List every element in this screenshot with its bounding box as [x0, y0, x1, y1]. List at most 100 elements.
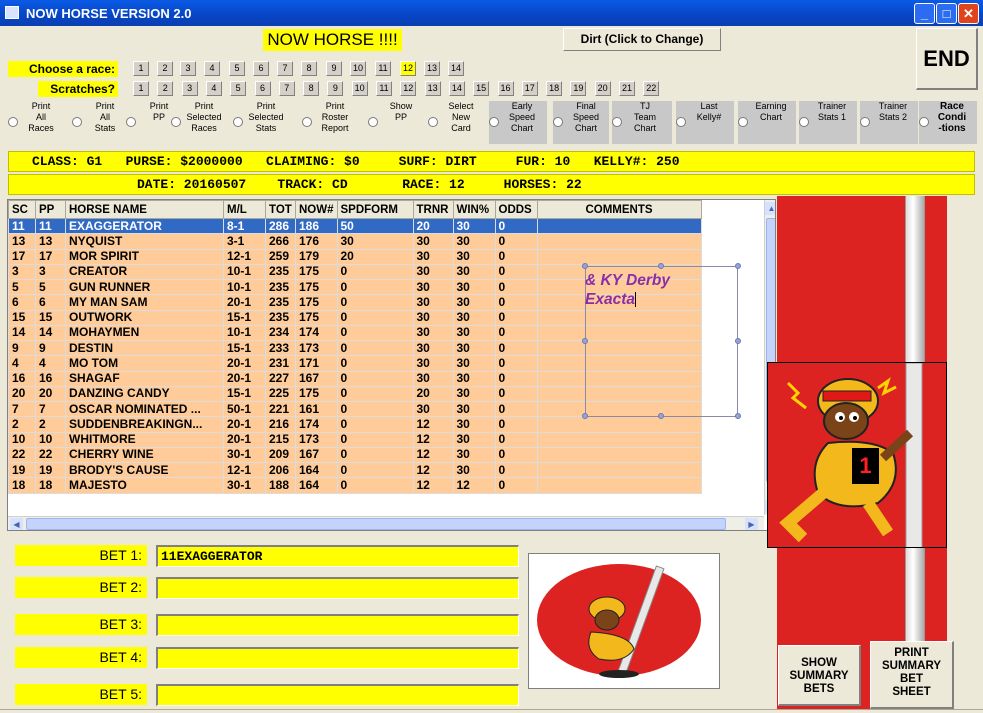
radio-icon[interactable]: [171, 117, 181, 127]
table-row[interactable]: 19 19 BRODY'S CAUSE 12-1 206 164 0 12 30 0: [8, 461, 702, 479]
column-header-pp[interactable]: PP: [35, 200, 66, 219]
radio-icon[interactable]: [428, 117, 438, 127]
radio-icon[interactable]: [368, 117, 378, 127]
scratch-button-8[interactable]: 8: [303, 81, 320, 96]
column-header-horse-name[interactable]: HORSE NAME: [65, 200, 224, 219]
scratch-button-7[interactable]: 7: [278, 81, 295, 96]
resize-handle[interactable]: [658, 413, 664, 419]
column-header-trnr[interactable]: TRNR: [412, 200, 454, 219]
race-button-4[interactable]: 4: [204, 61, 220, 76]
column-header-now[interactable]: NOW#: [295, 200, 338, 219]
radio-icon[interactable]: [676, 117, 686, 127]
radio-icon[interactable]: [860, 117, 870, 127]
option-tj-team-chart[interactable]: TJ Team Chart: [612, 101, 672, 144]
race-button-1[interactable]: 1: [133, 61, 149, 76]
race-button-14[interactable]: 14: [448, 61, 464, 76]
table-row[interactable]: 11 11 EXAGGERATOR 8-1 286 186 50 20 30 0: [8, 217, 702, 235]
radio-icon[interactable]: [233, 117, 243, 127]
close-button[interactable]: ✕: [958, 3, 979, 24]
column-header-comments[interactable]: COMMENTS: [536, 200, 702, 219]
radio-icon[interactable]: [738, 117, 748, 127]
race-button-6[interactable]: 6: [253, 61, 269, 76]
option-trainer-stats-1[interactable]: Trainer Stats 1: [799, 101, 857, 144]
minimize-button[interactable]: _: [914, 3, 935, 24]
column-header-sc[interactable]: SC: [8, 200, 36, 219]
option-print-roster-report[interactable]: Print Roster Report: [302, 101, 364, 144]
comment-text[interactable]: & KY Derby Exacta: [585, 271, 735, 309]
option-early-speed-chart[interactable]: Early Speed Chart: [489, 101, 547, 144]
resize-handle[interactable]: [582, 338, 588, 344]
option-print-selected-stats[interactable]: Print Selected Stats: [233, 101, 297, 144]
horizontal-scroll-thumb[interactable]: [26, 518, 726, 530]
table-row[interactable]: 18 18 MAJESTO 30-1 188 164 0 12 12 0: [8, 477, 702, 494]
table-row[interactable]: 22 22 CHERRY WINE 30-1 209 167 0 12 30 0: [8, 446, 702, 464]
race-button-11[interactable]: 11: [375, 61, 391, 76]
show-summary-bets-button[interactable]: SHOW SUMMARY BETS: [778, 645, 861, 706]
scratch-button-14[interactable]: 14: [448, 81, 465, 96]
table-row[interactable]: 10 10 WHITMORE 20-1 215 173 0 12 30 0: [8, 431, 702, 448]
maximize-button[interactable]: □: [936, 3, 957, 24]
option-earning-chart[interactable]: Earning Chart: [738, 101, 796, 144]
table-row[interactable]: 13 13 NYQUIST 3-1 266 176 30 30 30 0: [8, 233, 702, 250]
option-print-all-races[interactable]: Print All Races: [8, 101, 68, 144]
race-button-13[interactable]: 13: [424, 61, 440, 76]
race-button-5[interactable]: 5: [229, 61, 245, 76]
scratch-button-18[interactable]: 18: [546, 81, 563, 96]
resize-handle[interactable]: [735, 263, 741, 269]
scratch-button-17[interactable]: 17: [521, 81, 538, 96]
option-select-new-card[interactable]: Select New Card: [428, 101, 486, 144]
scratch-button-21[interactable]: 21: [619, 81, 635, 96]
scratch-button-15[interactable]: 15: [473, 81, 490, 96]
surface-toggle-button[interactable]: Dirt (Click to Change): [563, 28, 721, 51]
end-button[interactable]: END: [916, 28, 978, 90]
radio-icon[interactable]: [489, 117, 499, 127]
scratch-button-13[interactable]: 13: [424, 81, 441, 96]
option-show-pp[interactable]: Show PP: [368, 101, 426, 144]
radio-icon[interactable]: [612, 117, 622, 127]
option-print-pp[interactable]: Print PP: [126, 101, 170, 144]
scratch-button-16[interactable]: 16: [497, 81, 514, 96]
radio-icon[interactable]: [919, 117, 929, 127]
race-button-12[interactable]: 12: [400, 61, 416, 76]
radio-icon[interactable]: [799, 117, 809, 127]
window-titlebar[interactable]: NOW HORSE VERSION 2.0 _ □ ✕: [0, 0, 983, 26]
scratch-button-10[interactable]: 10: [351, 81, 368, 96]
scratch-button-20[interactable]: 20: [594, 81, 611, 96]
race-button-7[interactable]: 7: [277, 61, 293, 76]
column-header-spdform[interactable]: SPDFORM: [336, 200, 414, 219]
bet-5-field[interactable]: [156, 684, 519, 706]
column-header-tot[interactable]: TOT: [265, 200, 296, 219]
bet-1-field[interactable]: 11EXAGGERATOR: [156, 545, 519, 567]
resize-handle[interactable]: [735, 338, 741, 344]
race-button-2[interactable]: 2: [157, 61, 173, 76]
resize-handle[interactable]: [658, 263, 664, 269]
option-print-selected-races[interactable]: Print Selected Races: [171, 101, 231, 144]
radio-icon[interactable]: [553, 117, 563, 127]
resize-handle[interactable]: [735, 413, 741, 419]
option-race-condi-tions[interactable]: Race Condi -tions: [919, 101, 977, 144]
bet-3-field[interactable]: [156, 614, 519, 636]
resize-handle[interactable]: [582, 263, 588, 269]
race-button-3[interactable]: 3: [180, 61, 196, 76]
scratch-button-2[interactable]: 2: [157, 81, 174, 96]
radio-icon[interactable]: [72, 117, 82, 127]
column-header-odds[interactable]: ODDS: [494, 200, 538, 219]
race-button-9[interactable]: 9: [326, 61, 342, 76]
column-header-win[interactable]: WIN%: [452, 200, 496, 219]
option-last-kelly[interactable]: Last Kelly#: [676, 101, 734, 144]
scratch-button-19[interactable]: 19: [570, 81, 587, 96]
horizontal-scrollbar[interactable]: ◀ ▶: [8, 516, 764, 530]
radio-icon[interactable]: [126, 117, 136, 127]
scratch-button-6[interactable]: 6: [254, 81, 271, 96]
race-button-10[interactable]: 10: [350, 61, 366, 76]
table-row[interactable]: 2 2 SUDDENBREAKINGN... 20-1 216 174 0 12 30 0: [8, 416, 702, 433]
scratch-button-12[interactable]: 12: [400, 81, 417, 96]
scratch-button-11[interactable]: 11: [376, 81, 392, 96]
radio-icon[interactable]: [8, 117, 18, 127]
bet-2-field[interactable]: [156, 577, 519, 599]
race-button-8[interactable]: 8: [301, 61, 317, 76]
scroll-up-icon[interactable]: ▲: [765, 202, 775, 215]
print-summary-bet-sheet-button[interactable]: PRINT SUMMARY BET SHEET: [870, 641, 954, 709]
resize-handle[interactable]: [582, 413, 588, 419]
scroll-left-icon[interactable]: ◀: [10, 518, 23, 530]
